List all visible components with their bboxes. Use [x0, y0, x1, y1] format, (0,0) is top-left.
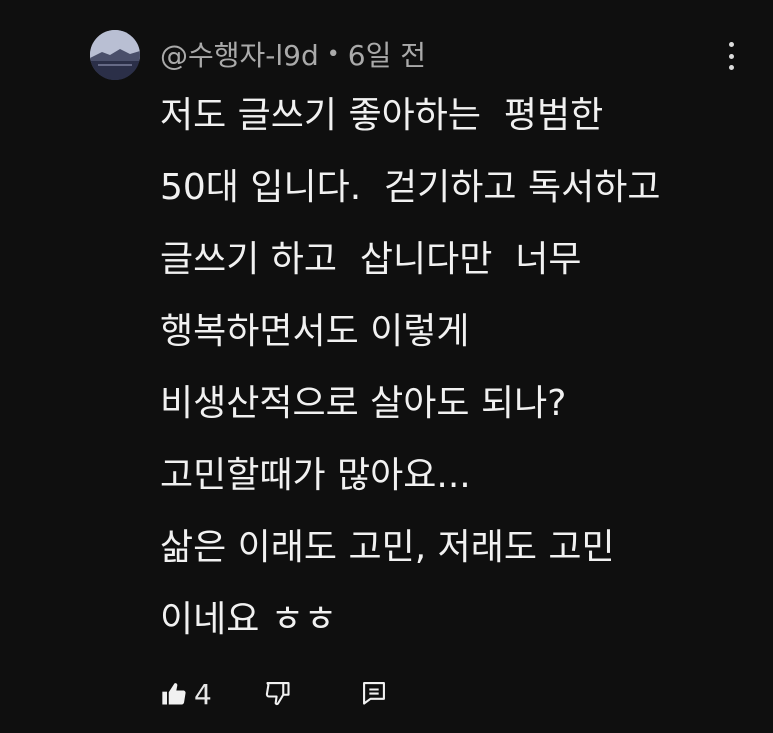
- comment: @수행자-l9d • 6일 전 저도 글쓰기 좋아하는 평범한 50대 입니다.…: [0, 0, 773, 733]
- comment-body-line: 이네요 ㅎㅎ: [160, 599, 338, 640]
- comment-body-line: 삶은 이래도 고민, 저래도 고민: [160, 527, 615, 568]
- reply-icon: [363, 682, 385, 705]
- meta-separator: •: [326, 41, 340, 67]
- avatar[interactable]: [90, 30, 140, 80]
- thumbs-down-icon: [265, 682, 290, 706]
- more-options-button[interactable]: [720, 38, 742, 74]
- comment-body-line: 비생산적으로 살아도 되나?: [160, 383, 567, 424]
- comment-body-line: 행복하면서도 이렇게: [160, 311, 470, 352]
- more-vertical-icon-dot: [728, 53, 734, 59]
- comment-actions: 4: [160, 672, 400, 716]
- reply-button[interactable]: [360, 678, 388, 712]
- more-vertical-icon-dot: [728, 65, 734, 70]
- thumbs-up-icon: [162, 683, 186, 705]
- comment-body-line: 저도 글쓰기 좋아하는 평범한: [160, 95, 604, 136]
- comment-meta: @수행자-l9d • 6일 전: [160, 34, 426, 74]
- dislike-button[interactable]: [264, 678, 292, 712]
- like-count: 4: [194, 677, 212, 711]
- comment-body: 저도 글쓰기 좋아하는 평범한 50대 입니다. 걷기하고 독서하고 글쓰기 하…: [160, 88, 750, 664]
- comment-body-line: 50대 입니다. 걷기하고 독서하고: [160, 167, 661, 208]
- comment-time[interactable]: 6일 전: [348, 34, 426, 74]
- avatar-landscape-icon: [90, 30, 140, 80]
- more-vertical-icon-dot: [728, 42, 734, 47]
- like-button[interactable]: 4: [160, 676, 212, 712]
- comment-body-line: 고민할때가 많아요...: [160, 455, 471, 496]
- author-handle[interactable]: @수행자-l9d: [160, 34, 319, 74]
- comment-body-line: 글쓰기 하고 삽니다만 너무: [160, 239, 582, 280]
